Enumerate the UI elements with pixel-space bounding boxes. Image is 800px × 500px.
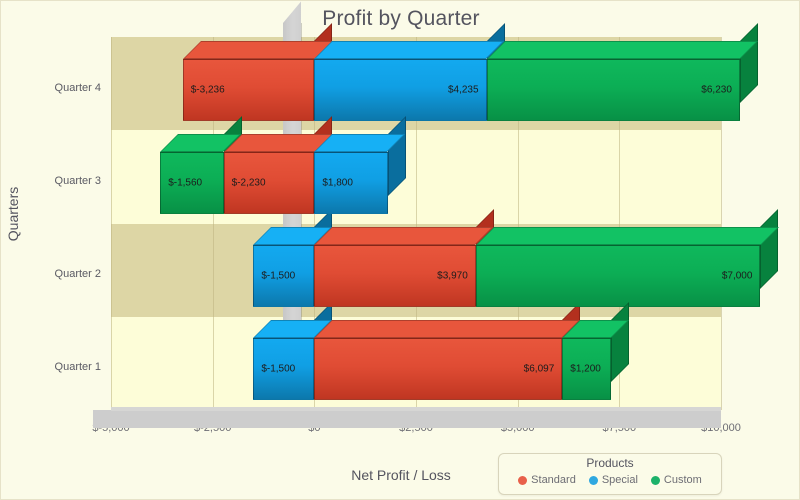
legend-title: Products xyxy=(586,456,634,470)
bar-segment[interactable]: $-2,230 xyxy=(223,115,333,214)
bar-value-label: $1,800 xyxy=(322,177,353,189)
bar-segment[interactable]: $6,097 xyxy=(314,302,581,401)
bar-segment[interactable]: $-1,500 xyxy=(253,209,333,308)
y-axis-title: Quarters xyxy=(5,186,21,242)
bar-value-label: $1,200 xyxy=(570,363,601,375)
bar-value-label: $-1,500 xyxy=(261,270,296,282)
bar-value-label: $6,230 xyxy=(701,84,732,96)
chart-title: Profit by Quarter xyxy=(322,7,480,30)
bar-segment-top-face xyxy=(182,40,333,59)
bar-segment-front-face xyxy=(475,245,761,308)
legend-item-label: Standard xyxy=(531,474,576,486)
bar-segment-top-face xyxy=(314,227,494,246)
legend-item[interactable]: Custom xyxy=(650,474,702,486)
bar-segment[interactable]: $3,970 xyxy=(314,209,494,308)
bar-segment[interactable]: $4,235 xyxy=(314,22,505,121)
bar-value-label: $-2,230 xyxy=(231,177,266,189)
bar-segment[interactable]: $-1,560 xyxy=(160,115,242,214)
axis-floor xyxy=(93,410,721,428)
bar-segment-top-face xyxy=(314,40,505,59)
legend-color-swatch-icon xyxy=(518,475,528,485)
bar-value-label: $-3,236 xyxy=(190,84,225,96)
bar-segment[interactable]: $-3,236 xyxy=(182,22,333,121)
bar-segment[interactable]: $1,800 xyxy=(314,115,406,214)
category-label: Quarter 1 xyxy=(54,361,101,374)
legend-items: Standard Special Custom xyxy=(499,474,721,486)
bar-segment-side-face xyxy=(760,209,779,290)
chart-container: Profit by Quarter $-3,236 $4,235 $6,230 $-1… xyxy=(0,0,800,500)
legend-item[interactable]: Special xyxy=(588,474,638,486)
bar-value-label: $3,970 xyxy=(437,270,468,282)
bar-segment[interactable]: $7,000 xyxy=(475,209,779,308)
bar-segment-top-face xyxy=(314,320,581,339)
bar-value-label: $-1,500 xyxy=(261,363,296,375)
bar-value-label: $4,235 xyxy=(447,84,479,96)
bar-value-label: $-1,560 xyxy=(168,177,203,189)
legend-item-label: Special xyxy=(601,474,638,486)
bar-segment[interactable]: $6,230 xyxy=(486,22,758,121)
bar-value-label: $7,000 xyxy=(721,270,753,282)
bar-segment[interactable]: $1,200 xyxy=(562,302,630,401)
bar-segment-side-face xyxy=(739,22,758,103)
bar-value-label: $6,097 xyxy=(523,363,555,375)
legend-color-swatch-icon xyxy=(650,475,660,485)
legend: Products Standard Special Custom xyxy=(498,453,722,495)
legend-item-label: Custom xyxy=(663,474,702,486)
bar-segment-top-face xyxy=(486,40,758,59)
category-label: Quarter 4 xyxy=(54,81,101,94)
legend-color-swatch-icon xyxy=(588,475,598,485)
axis-floor-edge xyxy=(111,407,721,411)
bar-segment-top-face xyxy=(475,227,779,246)
bar-segment[interactable]: $-1,500 xyxy=(253,302,333,401)
legend-item[interactable]: Standard xyxy=(518,474,576,486)
